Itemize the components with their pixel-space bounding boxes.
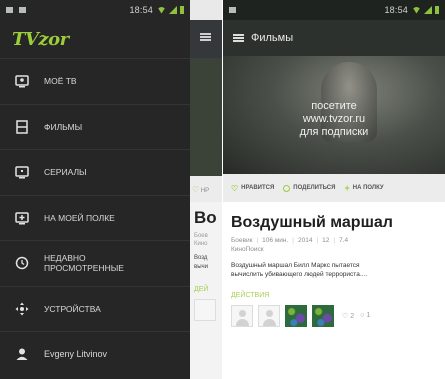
battery-icon (435, 6, 439, 14)
avatar[interactable] (231, 305, 253, 327)
film-age-rating: 12 (322, 237, 330, 244)
share-label: ПОДЕЛИТЬСЯ (293, 185, 336, 191)
user-icon (0, 347, 44, 361)
tvzor-logo: TVzor (12, 28, 69, 50)
section-title-actions: ДЕЙСТВИЯ (231, 292, 270, 299)
series-icon (0, 165, 44, 179)
nav-item-recent[interactable]: НЕДАВНО ПРОСМОТРЕННЫЕ (0, 240, 190, 286)
avatar (194, 299, 216, 321)
drawer-nav: МОЁ ТВ ФИЛЬМЫ СЕРИАЛЫ НА МОЕЙ ПОЛКЕ НЕДА… (0, 58, 190, 377)
avatar[interactable] (312, 305, 334, 327)
status-time: 18:54 (129, 5, 153, 15)
nav-item-label: НЕДАВНО ПРОСМОТРЕННЫЕ (44, 253, 124, 274)
notification-icon (19, 7, 26, 13)
nav-item-user-profile[interactable]: Evgeny Litvinov (0, 331, 190, 377)
film-actions-bar: ♡ НРАВИТСЯ ПОДЕЛИТЬСЯ + НА ПОЛКУ (223, 174, 445, 202)
nav-item-shelf[interactable]: НА МОЕЙ ПОЛКЕ (0, 194, 190, 241)
film-hero-image: посетите www.tvzor.ru для подписки (223, 56, 445, 174)
peek-section-title: ДЕЙ (194, 286, 209, 293)
nav-item-my-tv[interactable]: МОЁ ТВ (0, 58, 190, 104)
nav-item-devices[interactable]: УСТРОЙСТВА (0, 285, 190, 332)
navigation-drawer: 18:54 TVzor МОЁ ТВ ФИЛЬМЫ СЕРИАЛЫ НА МОЕ… (0, 0, 190, 379)
film-genre: Боевик (231, 237, 253, 244)
user-name: Evgeny Litvinov (44, 349, 108, 360)
nav-item-films[interactable]: ФИЛЬМЫ (0, 103, 190, 150)
clock-icon (0, 256, 44, 270)
dimmed-content-peek[interactable]: ♡ НР Во Боев Кино Возд вычи ДЕЙ (190, 58, 222, 379)
nav-item-series[interactable]: СЕРИАЛЫ (0, 149, 190, 195)
heart-icon: ♡ (342, 313, 349, 320)
activity-counts: ♡ 2 ○ 1 (342, 312, 370, 320)
nav-item-label: НА МОЕЙ ПОЛКЕ (44, 212, 115, 223)
nav-item-label: УСТРОЙСТВА (44, 303, 101, 314)
left-screen: 18:54 TVzor МОЁ ТВ ФИЛЬМЫ СЕРИАЛЫ НА МОЕ… (0, 0, 222, 379)
like-label: НРАВИТСЯ (241, 185, 275, 191)
rating-source: КиноПоиск (231, 246, 264, 253)
battery-icon (180, 6, 184, 14)
film-title: Воздушный маршал (231, 214, 393, 231)
peek-title: Во (194, 208, 217, 227)
heart-icon: ♡ (192, 185, 200, 194)
peek-meta: Боев Кино (194, 233, 208, 247)
signal-icon (424, 6, 432, 14)
wifi-icon (412, 6, 421, 14)
shelf-label: НА ПОЛКУ (352, 185, 384, 191)
film-year: 2014 (298, 237, 313, 244)
peek-action-label: НР (200, 188, 210, 194)
wifi-icon (157, 6, 166, 14)
share-button[interactable]: ПОДЕЛИТЬСЯ (283, 184, 336, 192)
avatar[interactable] (258, 305, 280, 327)
film-duration: 106 мин. (262, 237, 289, 244)
plus-icon: + (344, 183, 350, 193)
subscription-promo-text: посетите www.tvzor.ru для подписки (299, 100, 369, 138)
film-icon (0, 120, 44, 134)
menu-icon[interactable] (200, 33, 211, 41)
like-button[interactable]: ♡ НРАВИТСЯ (231, 184, 274, 193)
status-bar: 18:54 (0, 0, 190, 20)
page-title: Фильмы (251, 32, 294, 44)
avatar[interactable] (285, 305, 307, 327)
nav-item-label: ФИЛЬМЫ (44, 121, 83, 132)
notification-icon (229, 7, 236, 13)
film-info-card: Воздушный маршал Боевик | 106 мин. | 2014 |… (223, 202, 445, 379)
app-bar: Фильмы (223, 20, 445, 56)
peek-description: Возд вычи (194, 255, 208, 270)
film-rating: 7.4 (339, 237, 349, 244)
shelf-icon (0, 211, 44, 225)
activity-avatars: ♡ 2 ○ 1 (231, 305, 445, 327)
comments-count: ○ 1 (360, 312, 371, 319)
likes-count: ♡ 2 (342, 313, 355, 320)
my-tv-icon (0, 74, 44, 88)
right-screen: 18:54 Фильмы посетите www.tvzor.ru для п… (223, 0, 445, 379)
nav-item-label: СЕРИАЛЫ (44, 167, 87, 178)
drawer-header: TVzor (0, 20, 190, 58)
film-meta: Боевик | 106 мин. | 2014 | 12 | 7.4 (231, 237, 349, 244)
comment-icon: ○ (360, 312, 365, 319)
notification-icon (6, 7, 13, 13)
status-bar: 18:54 (223, 0, 445, 20)
menu-icon[interactable] (233, 34, 244, 42)
film-description: Воздушный маршал Билл Маркс пытается выч… (231, 262, 368, 278)
peek-actions: ♡ НР (190, 176, 222, 202)
heart-icon: ♡ (231, 183, 239, 193)
devices-icon (0, 302, 44, 316)
status-time: 18:54 (384, 5, 408, 15)
signal-icon (169, 6, 177, 14)
add-to-shelf-button[interactable]: + НА ПОЛКУ (344, 183, 383, 193)
nav-item-label: МОЁ ТВ (44, 76, 77, 87)
share-icon (283, 184, 291, 192)
peek-hero (190, 58, 222, 176)
